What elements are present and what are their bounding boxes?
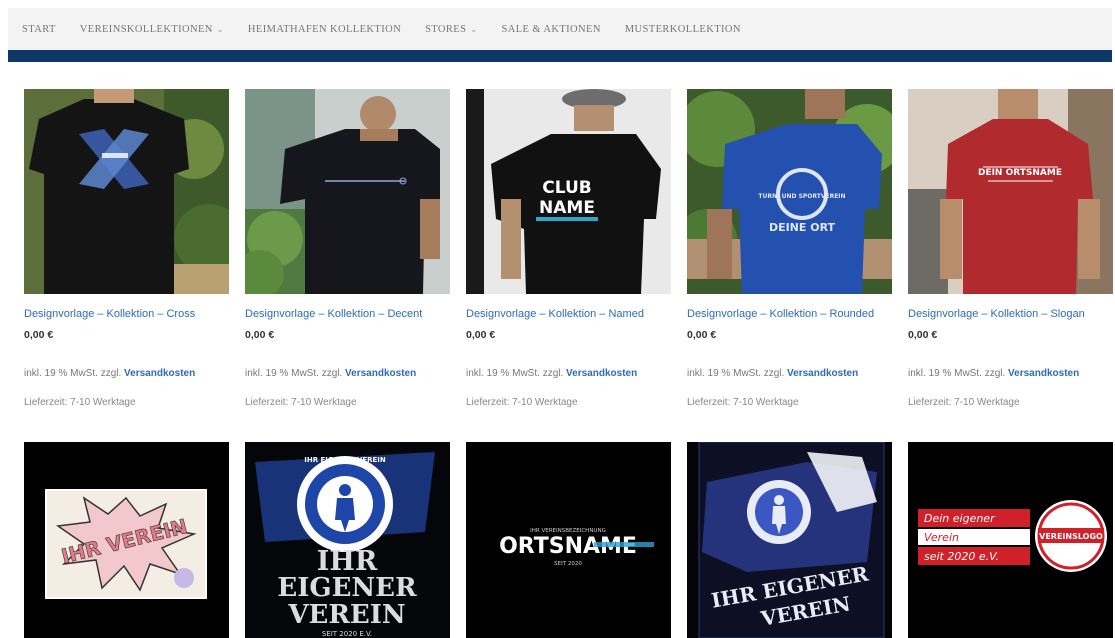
nav-musterkollektion[interactable]: MUSTERKOLLEKTION bbox=[625, 24, 741, 35]
print-club-text: CLUB bbox=[542, 178, 591, 198]
product-card: Designvorlage – Kollektion – Cross 0,00 … bbox=[24, 89, 229, 408]
tax-text: inkl. 19 % MwSt. zzgl. bbox=[24, 368, 122, 379]
product-card: DEIN ORTSNAME Designvorlage – Kollektion… bbox=[908, 89, 1113, 408]
tax-info: inkl. 19 % MwSt. zzgl. Versandkosten bbox=[24, 368, 229, 379]
tax-text: inkl. 19 % MwSt. zzgl. bbox=[687, 368, 785, 379]
product-title[interactable]: Designvorlage – Kollektion – Rounded bbox=[687, 308, 892, 320]
product-price: 0,00 € bbox=[24, 329, 54, 341]
design-ring-text: IHR EIGENER VEREIN bbox=[304, 456, 386, 464]
nav-vereinskollektionen-label: VEREINSKOLLEKTIONEN bbox=[79, 23, 213, 35]
delivery-time: Lieferzeit: 7-10 Werktage bbox=[24, 397, 136, 408]
nav-sale-label: SALE & AKTIONEN bbox=[501, 23, 601, 35]
product-image-decent[interactable] bbox=[245, 89, 450, 294]
chevron-down-icon: ⌄ bbox=[470, 24, 478, 34]
delivery-time: Lieferzeit: 7-10 Werktage bbox=[908, 397, 1020, 408]
tax-text: inkl. 19 % MwSt. zzgl. bbox=[466, 368, 564, 379]
delivery-time: Lieferzeit: 7-10 Werktage bbox=[466, 397, 578, 408]
nav-heimathafen-kollektion[interactable]: HEIMATHAFEN KOLLEKTION bbox=[248, 24, 401, 35]
design-logo-line3: seit 2020 e.V. bbox=[924, 550, 999, 563]
design-line3: VEREIN bbox=[287, 600, 405, 630]
shipping-link[interactable]: Versandkosten bbox=[566, 368, 637, 379]
nav-stores-label: STORES bbox=[425, 23, 467, 35]
design-ortsname-since: SEIT 2020 bbox=[554, 561, 582, 567]
main-navigation: START VEREINSKOLLEKTIONEN ⌄ HEIMATHAFEN K… bbox=[8, 8, 1112, 50]
delivery-time: Lieferzeit: 7-10 Werktage bbox=[245, 397, 357, 408]
design-image-splash[interactable]: IHR EIGENER VEREIN bbox=[687, 442, 892, 638]
product-image-cross[interactable] bbox=[24, 89, 229, 294]
design-image-eigener-verein[interactable]: IHR EIGENER VEREIN IHR EIGENER VEREIN SE… bbox=[245, 442, 450, 638]
tax-info: inkl. 19 % MwSt. zzgl. Versandkosten bbox=[687, 368, 892, 379]
tax-info: inkl. 19 % MwSt. zzgl. Versandkosten bbox=[908, 368, 1113, 379]
nav-start-label: START bbox=[22, 23, 56, 35]
nav-vereinskollektionen[interactable]: VEREINSKOLLEKTIONEN ⌄ bbox=[80, 24, 224, 35]
product-title[interactable]: Designvorlage – Kollektion – Cross bbox=[24, 308, 229, 320]
product-price: 0,00 € bbox=[245, 329, 275, 341]
product-title[interactable]: Designvorlage – Kollektion – Decent bbox=[245, 308, 450, 320]
product-card: Designvorlage – Kollektion – Decent 0,00… bbox=[245, 89, 450, 408]
product-price: 0,00 € bbox=[908, 329, 938, 341]
nav-start[interactable]: START bbox=[22, 24, 56, 35]
product-image-named[interactable]: CLUB NAME bbox=[466, 89, 671, 294]
tax-info: inkl. 19 % MwSt. zzgl. Versandkosten bbox=[245, 368, 450, 379]
product-price: 0,00 € bbox=[466, 329, 496, 341]
nav-heimathafen-label: HEIMATHAFEN KOLLEKTION bbox=[247, 23, 402, 35]
tax-text: inkl. 19 % MwSt. zzgl. bbox=[908, 368, 1006, 379]
nav-accent-bar bbox=[8, 50, 1112, 62]
product-image-slogan[interactable]: DEIN ORTSNAME bbox=[908, 89, 1113, 294]
design-line2: EIGENER bbox=[277, 573, 417, 603]
delivery-time: Lieferzeit: 7-10 Werktage bbox=[687, 397, 799, 408]
design-logo-badge: VEREINSLOGO bbox=[1039, 532, 1103, 541]
shipping-link[interactable]: Versandkosten bbox=[345, 368, 416, 379]
print-arc-text: TURN- UND SPORTVEREIN bbox=[758, 193, 845, 200]
design-image-ortsname[interactable]: IHR VEREINSBEZEICHNUNG ORTSNAME SEIT 202… bbox=[466, 442, 671, 638]
shipping-link[interactable]: Versandkosten bbox=[124, 368, 195, 379]
print-bottom-text: DEINE ORT bbox=[769, 221, 836, 234]
design-logo-line2: Verein bbox=[924, 531, 959, 544]
product-image-rounded[interactable]: TURN- UND SPORTVEREIN DEINE ORT bbox=[687, 89, 892, 294]
product-title[interactable]: Designvorlage – Kollektion – Named bbox=[466, 308, 671, 320]
shipping-link[interactable]: Versandkosten bbox=[787, 368, 858, 379]
shipping-link[interactable]: Versandkosten bbox=[1008, 368, 1079, 379]
chevron-down-icon: ⌄ bbox=[216, 24, 224, 34]
product-title[interactable]: Designvorlage – Kollektion – Slogan bbox=[908, 308, 1113, 320]
design-logo-line1: Dein eigener bbox=[924, 512, 996, 525]
design-image-comic[interactable]: IHR VEREIN bbox=[24, 442, 229, 638]
nav-musterkollektion-label: MUSTERKOLLEKTION bbox=[624, 23, 741, 35]
tax-info: inkl. 19 % MwSt. zzgl. Versandkosten bbox=[466, 368, 671, 379]
nav-stores[interactable]: STORES ⌄ bbox=[425, 24, 477, 35]
print-name-text: NAME bbox=[539, 198, 595, 218]
design-image-vereinslogo[interactable]: Dein eigener Verein seit 2020 e.V. VEREI… bbox=[908, 442, 1113, 638]
product-price: 0,00 € bbox=[687, 329, 717, 341]
product-card: CLUB NAME Designvorlage – Kollektion – N… bbox=[466, 89, 671, 408]
print-slogan-text: DEIN ORTSNAME bbox=[978, 168, 1062, 178]
tax-text: inkl. 19 % MwSt. zzgl. bbox=[245, 368, 343, 379]
nav-sale-aktionen[interactable]: SALE & AKTIONEN bbox=[501, 24, 600, 35]
design-since: SEIT 2020 E.V. bbox=[322, 630, 372, 638]
product-card: TURN- UND SPORTVEREIN DEINE ORT Designvo… bbox=[687, 89, 892, 408]
